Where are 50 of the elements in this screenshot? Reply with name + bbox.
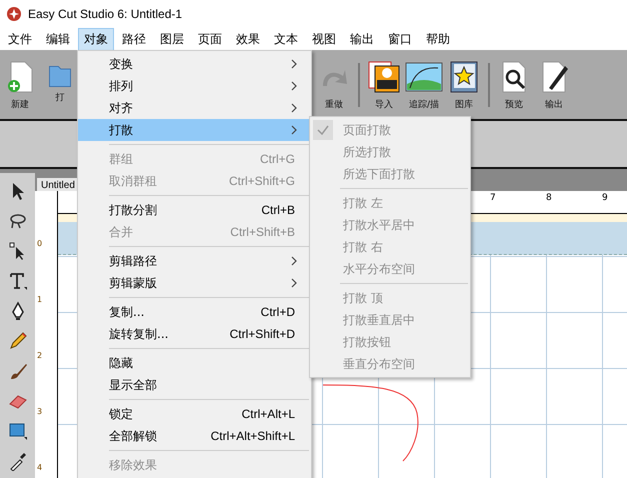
toolbar-button[interactable]: 重做 bbox=[314, 55, 354, 115]
ruler-number: 4 bbox=[36, 463, 44, 474]
menu-item[interactable]: 显示全部 bbox=[78, 374, 311, 396]
menu-bar-item[interactable]: 路径 bbox=[116, 28, 152, 50]
ruler-number: 1 bbox=[36, 295, 44, 306]
app-logo-icon bbox=[6, 6, 22, 22]
menu-item[interactable]: 全部解锁 Ctrl+Alt+Shift+L bbox=[78, 425, 311, 447]
toolbar-button[interactable]: 图库 bbox=[444, 55, 484, 115]
menu-item[interactable]: 对齐 bbox=[78, 97, 311, 119]
dropper-tool-icon[interactable] bbox=[8, 451, 28, 471]
menu-item[interactable]: 隐藏 bbox=[78, 352, 311, 374]
menu-bar-item[interactable]: 图层 bbox=[154, 28, 190, 50]
ruler-number: 7 bbox=[490, 193, 496, 203]
ruler-number: 9 bbox=[602, 193, 608, 203]
menu-bar-item[interactable]: 效果 bbox=[230, 28, 266, 50]
menu-item[interactable]: 复制... Ctrl+D bbox=[78, 301, 311, 323]
menu-item[interactable]: 排列 bbox=[78, 75, 311, 97]
menu-bar-item[interactable]: 页面 bbox=[192, 28, 228, 50]
window-title: Easy Cut Studio 6: Untitled-1 bbox=[28, 7, 182, 21]
menu-item[interactable]: 打散分割 Ctrl+B bbox=[78, 199, 311, 221]
toolbar-button[interactable]: 打 bbox=[40, 55, 80, 115]
menu-bar-item[interactable]: 输出 bbox=[344, 28, 380, 50]
toolbar-button[interactable]: 追踪/描 bbox=[404, 55, 444, 115]
new-document-icon bbox=[5, 60, 35, 94]
menu-bar-item[interactable]: 文件 bbox=[2, 28, 38, 50]
shape-tool-icon[interactable] bbox=[8, 421, 28, 441]
ruler-number: 3 bbox=[36, 407, 44, 418]
toolbar-button[interactable]: 预览 bbox=[494, 55, 534, 115]
toolbar-button[interactable]: 导入 bbox=[364, 55, 404, 115]
menu-bar-item[interactable]: 帮助 bbox=[420, 28, 456, 50]
menu-bar-item[interactable]: 视图 bbox=[306, 28, 342, 50]
menu-bar-item[interactable]: 编辑 bbox=[40, 28, 76, 50]
menu-item[interactable]: 剪辑路径 bbox=[78, 250, 311, 272]
menu-bar-item[interactable]: 文本 bbox=[268, 28, 304, 50]
menu-item[interactable]: 打散 bbox=[78, 119, 311, 141]
menu-bar-item[interactable]: 窗口 bbox=[382, 28, 418, 50]
pencil-tool-icon[interactable] bbox=[8, 331, 28, 351]
menu-item[interactable]: 旋转复制... Ctrl+Shift+D bbox=[78, 323, 311, 345]
menu-item[interactable]: 剪辑蒙版 bbox=[78, 272, 311, 294]
menu-bar-item[interactable]: 对象 bbox=[78, 28, 114, 50]
text-tool-icon[interactable] bbox=[8, 271, 28, 291]
toolbar-button[interactable]: 新建 bbox=[0, 55, 40, 115]
menu-item[interactable]: 变换 bbox=[78, 53, 311, 75]
folder-icon bbox=[49, 66, 71, 87]
toolbar-button[interactable]: 输出 bbox=[534, 55, 574, 115]
menu-item[interactable]: 锁定 Ctrl+Alt+L bbox=[78, 403, 311, 425]
ruler-number: 8 bbox=[546, 193, 552, 203]
landscape-trace-icon bbox=[404, 60, 444, 94]
ruler-number: 2 bbox=[36, 351, 44, 362]
ruler-number: 0 bbox=[36, 239, 44, 250]
